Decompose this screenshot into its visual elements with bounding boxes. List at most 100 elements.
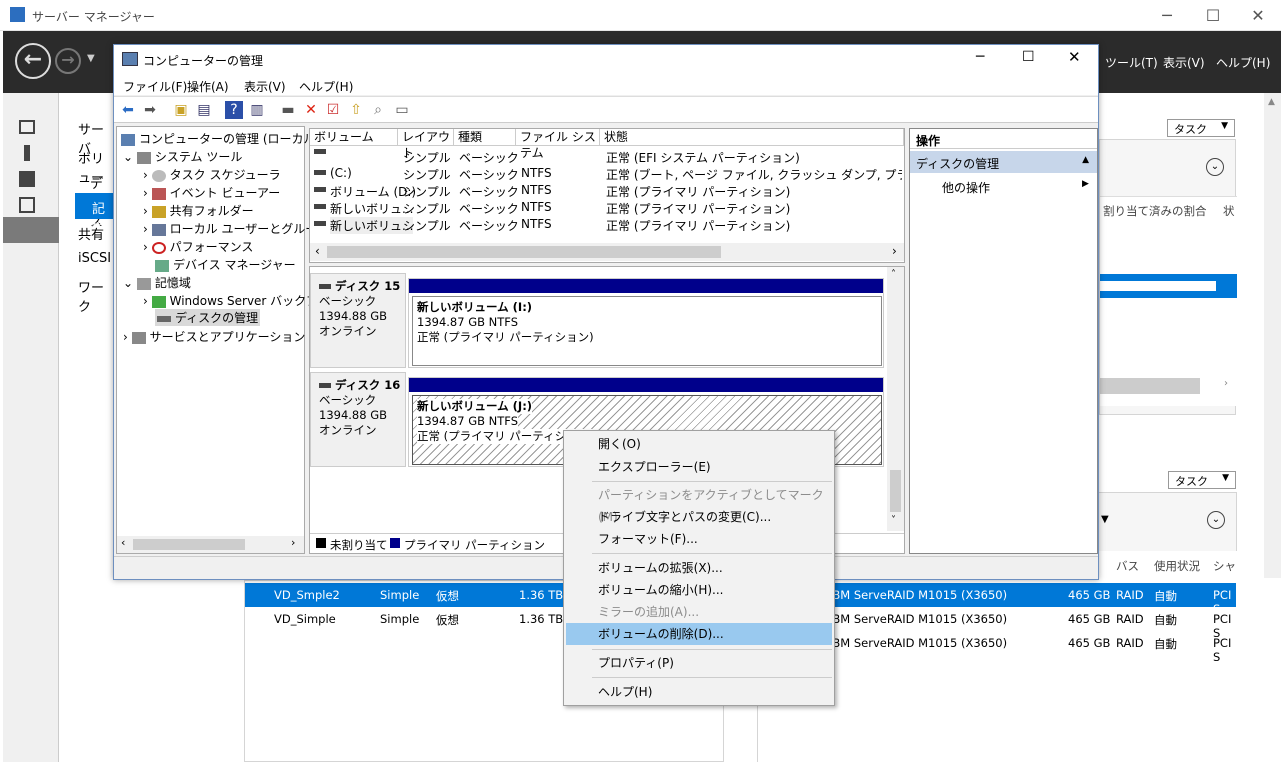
ctx-delete-volume[interactable]: ボリュームの削除(D)... <box>566 623 832 645</box>
check-icon[interactable]: ☑ <box>324 101 342 119</box>
connect-drive-icon[interactable]: ▬ <box>279 101 297 119</box>
scroll-up-icon[interactable]: ˄ <box>891 269 896 280</box>
tree-event-viewer[interactable]: › イベント ビューアー <box>143 184 280 201</box>
help-icon[interactable]: ? <box>225 101 243 119</box>
ctx-explorer[interactable]: エクスプローラー(E) <box>566 456 832 478</box>
scroll-thumb[interactable] <box>327 246 721 258</box>
dashboard-icon[interactable] <box>19 120 35 134</box>
volume-row[interactable]: シンプル ベーシック 正常 (EFI システム パーティション) <box>310 147 904 165</box>
tree-task-scheduler[interactable]: › タスク スケジューラ <box>143 166 281 183</box>
menu-help[interactable]: ヘルプ(H) <box>1216 54 1270 71</box>
actions-section-disk-mgmt[interactable]: ディスクの管理 ▲ <box>910 151 1097 173</box>
back-arrow-icon[interactable]: ⬅ <box>119 101 137 119</box>
up-folder-icon[interactable]: ▣ <box>172 101 190 119</box>
scroll-left-icon[interactable]: ‹ <box>315 244 320 258</box>
forward-arrow-icon[interactable]: → <box>55 48 81 74</box>
file-storage-active-icon[interactable] <box>3 217 59 243</box>
filter-dropdown-icon[interactable]: ▼ <box>1101 514 1109 525</box>
menu-action[interactable]: 操作(A) <box>187 78 229 95</box>
ctx-mark-active[interactable]: パーティションをアクティブとしてマーク(M) <box>566 484 832 524</box>
history-dropdown-icon[interactable]: ▼ <box>87 53 95 64</box>
tasks-dropdown-lower[interactable]: タスク ▼ <box>1168 471 1236 489</box>
tree-root[interactable]: コンピューターの管理 (ローカル) <box>121 130 320 147</box>
disk-16-label[interactable]: ディスク 16 ベーシック 1394.88 GB オンライン <box>310 372 406 467</box>
scroll-right-icon[interactable]: › <box>892 244 897 258</box>
tree-shared-folders[interactable]: › 共有フォルダー <box>143 202 254 219</box>
file-services-icon[interactable] <box>19 197 35 213</box>
tree-windows-backup[interactable]: › Windows Server バックア <box>143 292 318 309</box>
delete-icon[interactable]: ✕ <box>302 101 320 119</box>
tree-hscrollbar[interactable]: ‹ › <box>117 536 304 553</box>
disk-15-partition[interactable]: 新しいボリューム (I:) 1394.87 GB NTFS 正常 (プライマリ … <box>408 278 884 368</box>
tree-local-users[interactable]: › ローカル ユーザーとグループ <box>143 220 328 237</box>
minimize-icon[interactable]: ─ <box>1144 0 1190 31</box>
search-icon[interactable]: ⌕ <box>369 101 387 119</box>
col-type[interactable]: 種類 <box>454 129 516 145</box>
menu-view[interactable]: 表示(V) <box>244 78 286 95</box>
ctx-add-mirror[interactable]: ミラーの追加(A)... <box>566 601 832 623</box>
menu-file[interactable]: ファイル(F) <box>123 78 187 95</box>
ctx-change-drive-letter[interactable]: ドライブ文字とパスの変更(C)... <box>566 506 832 528</box>
scroll-right-icon[interactable]: › <box>291 536 295 549</box>
sm-vertical-scrollbar[interactable]: ▲ <box>1264 93 1281 578</box>
maximize-icon[interactable]: ☐ <box>1190 0 1236 31</box>
all-servers-icon[interactable] <box>19 171 35 187</box>
col-status[interactable]: 状 <box>1223 203 1235 219</box>
volume-hscrollbar[interactable]: ‹ › <box>310 243 904 261</box>
col-layout[interactable]: レイアウト <box>398 129 454 160</box>
minimize-icon[interactable]: ─ <box>976 49 984 65</box>
scroll-right-icon[interactable]: › <box>1224 378 1228 389</box>
tasks-dropdown-upper[interactable]: タスク ▼ <box>1167 119 1235 137</box>
collapse-icon-2[interactable]: ⌄ <box>1207 511 1225 529</box>
show-hide-tree-icon[interactable]: ▤ <box>195 101 213 119</box>
tree-system-tools[interactable]: ⌄ システム ツール <box>123 148 242 165</box>
ctx-extend-volume[interactable]: ボリュームの拡張(X)... <box>566 557 832 579</box>
tree-disk-management[interactable]: ディスクの管理 <box>155 309 261 326</box>
col-allocated[interactable]: 割り当て済みの割合 <box>1103 203 1207 219</box>
tree-performance[interactable]: › パフォーマンス <box>143 238 253 255</box>
scroll-down-icon[interactable]: ˅ <box>891 515 896 526</box>
properties-icon[interactable]: ▭ <box>393 101 411 119</box>
menu-view[interactable]: 表示(V) <box>1163 54 1205 71</box>
collapse-icon[interactable]: ⌄ <box>1206 158 1224 176</box>
h-scroll-thumb[interactable] <box>1100 378 1200 394</box>
scroll-left-icon[interactable]: ‹ <box>121 536 125 549</box>
actions-other[interactable]: 他の操作 ▶ <box>942 179 1092 196</box>
show-hide-action-icon[interactable]: ▥ <box>248 101 266 119</box>
back-arrow-icon[interactable]: ← <box>15 43 51 79</box>
upload-icon[interactable]: ⇧ <box>347 101 365 119</box>
col-bus[interactable]: バス <box>1116 558 1139 574</box>
collapse-up-icon[interactable]: ▲ <box>1082 155 1089 165</box>
volume-row[interactable]: 新しいボリュ... シンプル ベーシック NTFS 正常 (プライマリ パーティ… <box>310 198 904 216</box>
col-volume[interactable]: ボリューム <box>310 129 398 145</box>
tree-device-manager[interactable]: デバイス マネージャー <box>155 256 296 273</box>
menu-tools[interactable]: ツール(T) <box>1105 54 1158 71</box>
col-filesystem[interactable]: ファイル システム <box>516 129 600 160</box>
disk-vscrollbar[interactable]: ˄ ˅ <box>887 267 904 531</box>
close-icon[interactable]: ✕ <box>1068 48 1081 66</box>
nav-iscsi[interactable]: iSCSI <box>78 251 111 266</box>
ctx-help[interactable]: ヘルプ(H) <box>566 681 832 703</box>
nav-storage-pools[interactable]: 記憶 <box>75 193 115 236</box>
col-usage[interactable]: 使用状況 <box>1154 558 1200 574</box>
selected-pool-row[interactable] <box>1100 274 1237 298</box>
close-icon[interactable]: ✕ <box>1235 0 1281 31</box>
ctx-format[interactable]: フォーマット(F)... <box>566 528 832 550</box>
volume-row[interactable]: 新しいボリュ... シンプル ベーシック NTFS 正常 (プライマリ パーティ… <box>310 215 904 234</box>
scroll-thumb[interactable] <box>133 539 245 550</box>
volume-i[interactable]: 新しいボリューム (I:) 1394.87 GB NTFS 正常 (プライマリ … <box>412 296 882 366</box>
nav-shares[interactable]: 共有 <box>78 224 104 243</box>
maximize-icon[interactable]: ☐ <box>1022 49 1035 65</box>
scroll-thumb[interactable] <box>890 470 901 512</box>
tree-storage[interactable]: ⌄ 記憶域 <box>123 274 191 291</box>
volume-row[interactable]: ボリューム (D:) シンプル ベーシック NTFS 正常 (プライマリ パーテ… <box>310 181 904 199</box>
menu-help[interactable]: ヘルプ(H) <box>299 78 353 95</box>
ctx-properties[interactable]: プロパティ(P) <box>566 652 832 674</box>
scroll-up-icon[interactable]: ▲ <box>1268 97 1275 107</box>
ctx-open[interactable]: 開く(O) <box>566 433 832 455</box>
disk-15-label[interactable]: ディスク 15 ベーシック 1394.88 GB オンライン <box>310 273 406 368</box>
nav-work-folders[interactable]: ワーク <box>78 277 115 315</box>
volume-row[interactable]: (C:) シンプル ベーシック NTFS 正常 (ブート, ページ ファイル, … <box>310 164 904 182</box>
tree-services-apps[interactable]: › サービスとアプリケーション <box>123 328 305 345</box>
forward-arrow-icon[interactable]: ➡ <box>141 101 159 119</box>
